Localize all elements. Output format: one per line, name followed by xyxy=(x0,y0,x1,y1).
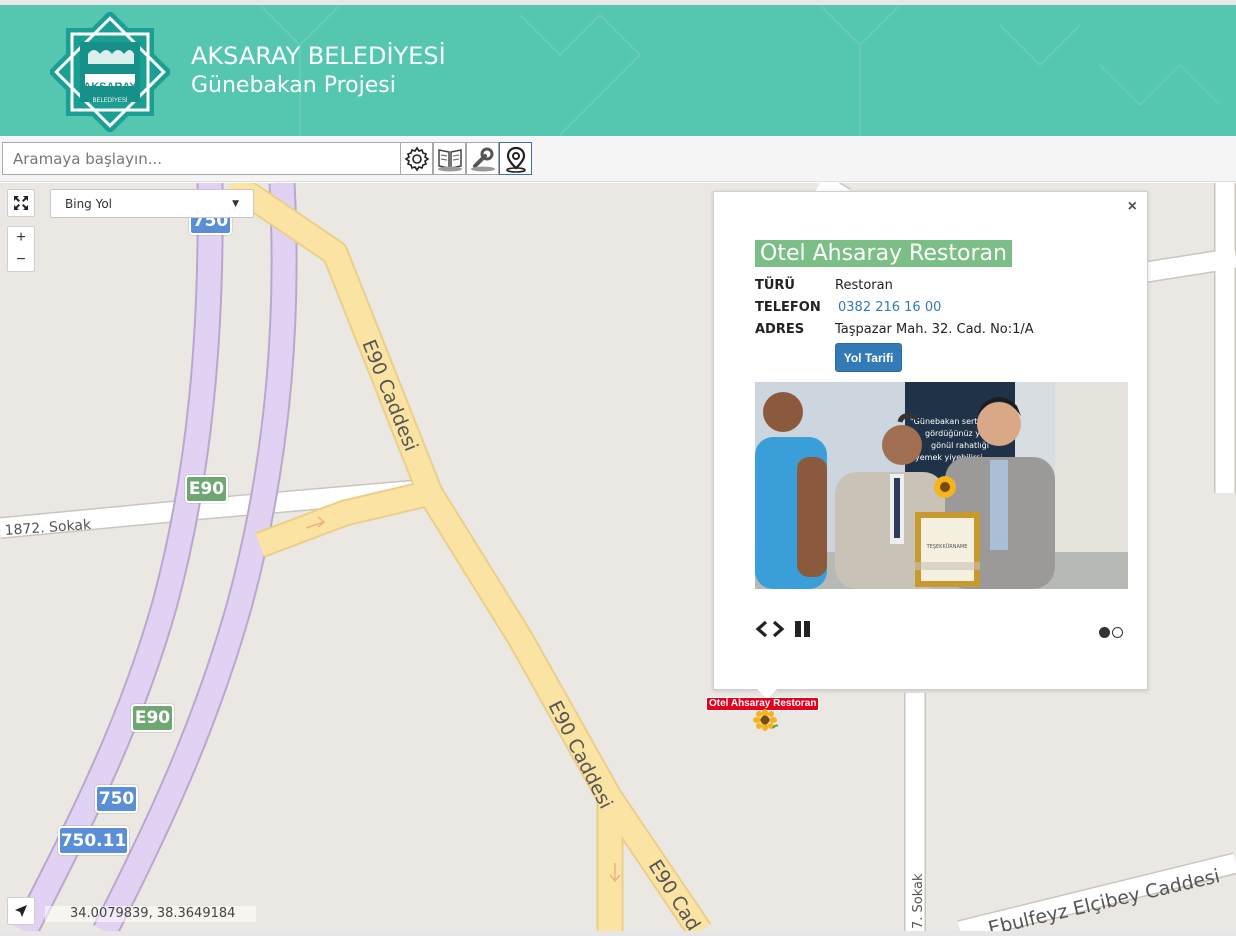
app: AKSARAY BELEDİYESİ AKSARAY BELEDİYESİ Gü… xyxy=(0,0,1236,936)
coordinates-display: 34.0079839, 38.3649184 xyxy=(45,906,256,922)
phone-link[interactable]: 0382 216 16 00 xyxy=(838,300,941,315)
directions-button[interactable]: Yol Tarifi xyxy=(835,343,902,372)
info-key-phone: TELEFON xyxy=(755,300,821,315)
navigation-arrow-icon xyxy=(15,905,27,917)
info-value-address: Taşpazar Mah. 32. Cad. No:1/A xyxy=(835,322,1034,337)
road-label-e90-bottom: E90 Cad xyxy=(644,856,705,931)
info-value-type: Restoran xyxy=(835,278,893,293)
header-subtitle: Günebakan Projesi xyxy=(191,73,396,98)
slider-dots xyxy=(1099,627,1123,638)
slider-dot-1[interactable] xyxy=(1099,627,1110,638)
zoom-control: + − xyxy=(7,226,35,272)
sunflower-icon[interactable] xyxy=(752,709,779,736)
toolbar xyxy=(0,136,1236,182)
route-shield-750-11: 750.11 xyxy=(58,826,129,855)
fullscreen-button[interactable] xyxy=(7,189,35,217)
info-key-type: TÜRÜ xyxy=(755,278,795,293)
fullscreen-icon xyxy=(14,196,28,210)
road-label-e90-south: E90 Caddesi xyxy=(544,697,617,812)
popup-title: Otel Ahsaray Restoran xyxy=(755,240,1012,267)
chevron-down-icon: ▼ xyxy=(232,198,239,209)
banner-line-1: "Günebakan sert xyxy=(910,417,977,426)
feature-popup: × Otel Ahsaray Restoran TÜRÜ Restoran TE… xyxy=(713,191,1148,699)
popup-close-button[interactable]: × xyxy=(1128,198,1137,216)
logo-text: AKSARAY xyxy=(83,81,137,93)
route-shield-e90-b: E90 xyxy=(131,704,174,732)
settings-button[interactable] xyxy=(400,142,433,175)
logo-subtext: BELEDİYESİ xyxy=(92,97,127,104)
slider-pause-button[interactable] xyxy=(794,620,812,643)
info-key-address: ADRES xyxy=(755,322,805,337)
layer-select[interactable]: Bing Yol ▼ xyxy=(50,189,254,218)
slider-prev-next-control[interactable] xyxy=(755,619,787,644)
header-title: AKSARAY BELEDİYESİ xyxy=(191,42,446,70)
layer-select-value: Bing Yol xyxy=(65,196,113,211)
search-input[interactable] xyxy=(2,142,401,175)
location-button[interactable] xyxy=(499,142,532,175)
book-map-icon xyxy=(437,148,462,171)
road-label-e90-north: E90 Caddesi xyxy=(357,337,422,455)
banner-line-3: gönül rahatlığı xyxy=(931,441,989,450)
zoom-in-button[interactable]: + xyxy=(16,229,25,247)
layers-button[interactable] xyxy=(433,142,466,175)
road-label-7-sokak: 7. Sokak xyxy=(911,873,926,929)
bottom-scrollbar[interactable] xyxy=(0,931,1236,936)
aksaray-logo[interactable]: AKSARAY BELEDİYESİ xyxy=(47,9,173,135)
zoom-out-button[interactable]: − xyxy=(16,251,25,269)
tools-button[interactable] xyxy=(466,142,499,175)
code-arrows-icon xyxy=(755,620,785,638)
header-pattern xyxy=(259,5,1221,136)
map-pin-icon xyxy=(505,146,526,173)
map[interactable]: E90 Caddesi E90 Caddesi E90 Cad 1872. So… xyxy=(0,183,1236,931)
header: AKSARAY BELEDİYESİ AKSARAY BELEDİYESİ Gü… xyxy=(0,0,1236,136)
route-shield-750: 750 xyxy=(95,785,138,813)
popup-photo[interactable]: "Günebakan sert gördüğünüz yer gönül rah… xyxy=(755,382,1128,589)
wrench-icon xyxy=(470,147,495,171)
certificate-text: TEŞEKKÜRNAME xyxy=(926,543,968,550)
route-shield-e90-a: E90 xyxy=(185,475,228,503)
gear-icon xyxy=(404,146,429,171)
slider-dot-2[interactable] xyxy=(1112,627,1123,638)
pause-icon xyxy=(795,621,810,637)
road-label-elcibey: Ebulfeyz Elçibey Caddesi xyxy=(986,865,1222,931)
geolocate-button[interactable] xyxy=(7,897,35,925)
